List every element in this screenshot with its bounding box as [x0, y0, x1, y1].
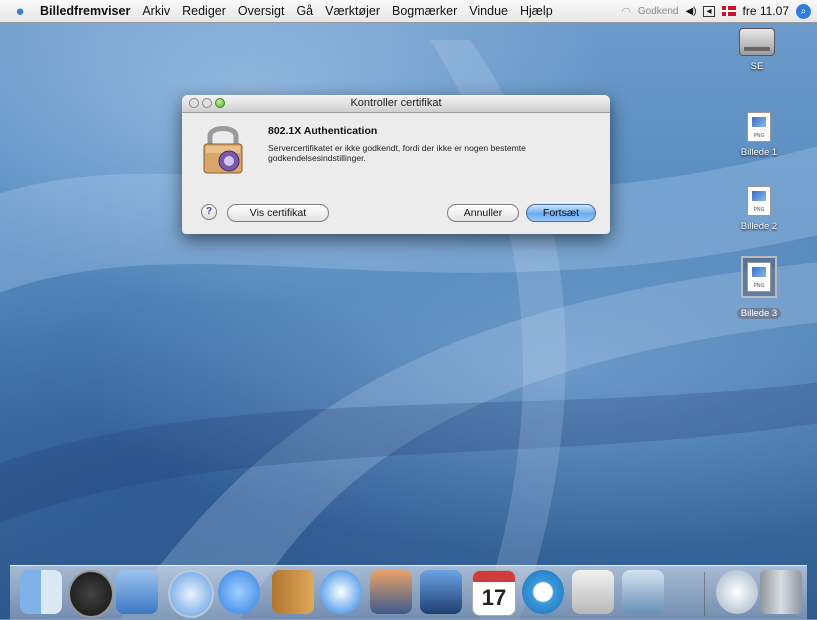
show-certificate-button[interactable]: Vis certifikat	[227, 204, 329, 222]
hard-drive-icon	[739, 28, 775, 56]
desktop-icon-billede-2[interactable]: PNG Billede 2	[724, 186, 794, 234]
menubar-clock[interactable]: fre 11.07	[743, 4, 789, 18]
menu-app-name[interactable]: Billedfremviser	[34, 4, 136, 18]
dock: 17	[10, 565, 807, 620]
desktop-swirl	[0, 0, 817, 619]
finder-icon[interactable]	[20, 570, 62, 614]
volume-icon[interactable]: ◀)	[685, 6, 696, 17]
desktop-icon-label: Billede 2	[737, 221, 781, 232]
system-preferences-icon[interactable]	[572, 570, 614, 614]
desktop-icon-label: Billede 3	[737, 308, 781, 319]
dashboard-icon[interactable]	[68, 570, 114, 618]
imovie-icon[interactable]	[420, 570, 462, 614]
ical-icon[interactable]: 17	[472, 570, 516, 616]
png-file-icon: PNG	[747, 186, 771, 216]
desktop-background	[0, 0, 817, 619]
iphoto-icon[interactable]	[370, 570, 412, 614]
cancel-button[interactable]: Annuller	[447, 204, 519, 222]
quicktime-icon[interactable]	[522, 570, 564, 614]
close-button-icon[interactable]	[189, 98, 199, 108]
trash-icon[interactable]	[760, 570, 802, 614]
menu-bogmaerker[interactable]: Bogmærker	[386, 4, 463, 18]
wifi-status[interactable]: Godkend	[638, 6, 679, 17]
mail-drop-icon[interactable]	[716, 570, 758, 614]
png-file-icon: PNG	[747, 262, 771, 292]
ical-date: 17	[473, 585, 515, 611]
desktop-icon-billede-3[interactable]: PNG Billede 3	[724, 256, 794, 321]
mail-icon[interactable]	[116, 570, 158, 614]
menu-rediger[interactable]: Rediger	[176, 4, 232, 18]
display-icon[interactable]: ◂	[703, 6, 714, 17]
dock-separator	[704, 572, 705, 616]
dialog-heading: 802.1X Authentication	[268, 125, 377, 137]
help-button[interactable]: ?	[201, 204, 217, 220]
menubar: ● Billedfremviser Arkiv Rediger Oversigt…	[0, 0, 817, 23]
dialog-title: Kontroller certifikat	[350, 97, 441, 109]
menu-hjaelp[interactable]: Hjælp	[514, 4, 559, 18]
lock-icon	[201, 121, 245, 175]
ichat-icon[interactable]	[218, 570, 260, 614]
zoom-button-icon[interactable]	[215, 98, 225, 108]
address-book-icon[interactable]	[272, 570, 314, 614]
dialog-message: Servercertifikatet er ikke godkendt, for…	[268, 143, 588, 163]
minimize-button-icon[interactable]	[202, 98, 212, 108]
menu-arkiv[interactable]: Arkiv	[136, 4, 176, 18]
continue-button[interactable]: Fortsæt	[526, 204, 596, 222]
desktop-icon-hard-drive[interactable]: SE	[722, 28, 792, 74]
certificate-dialog: Kontroller certifikat 802.1X Authenticat…	[182, 95, 610, 234]
selection-highlight: PNG	[741, 256, 777, 298]
desktop-icon-label: SE	[747, 61, 768, 72]
apple-menu-icon[interactable]: ●	[6, 3, 34, 20]
desktop-icon-billede-1[interactable]: PNG Billede 1	[724, 112, 794, 160]
input-menu-flag-icon[interactable]	[722, 6, 736, 16]
itunes-icon[interactable]	[320, 570, 362, 614]
spotlight-icon[interactable]: ⌕	[796, 4, 811, 19]
dialog-titlebar[interactable]: Kontroller certifikat	[182, 95, 610, 113]
menu-oversigt[interactable]: Oversigt	[232, 4, 291, 18]
window-controls	[189, 98, 225, 108]
png-file-icon: PNG	[747, 112, 771, 142]
menu-vaerktojer[interactable]: Værktøjer	[319, 4, 386, 18]
wifi-icon[interactable]: ◠	[621, 5, 631, 18]
desktop-icon-label: Billede 1	[737, 147, 781, 158]
safari-icon[interactable]	[168, 570, 214, 618]
preview-icon[interactable]	[622, 570, 664, 614]
menu-gaa[interactable]: Gå	[290, 4, 319, 18]
menu-vindue[interactable]: Vindue	[463, 4, 514, 18]
